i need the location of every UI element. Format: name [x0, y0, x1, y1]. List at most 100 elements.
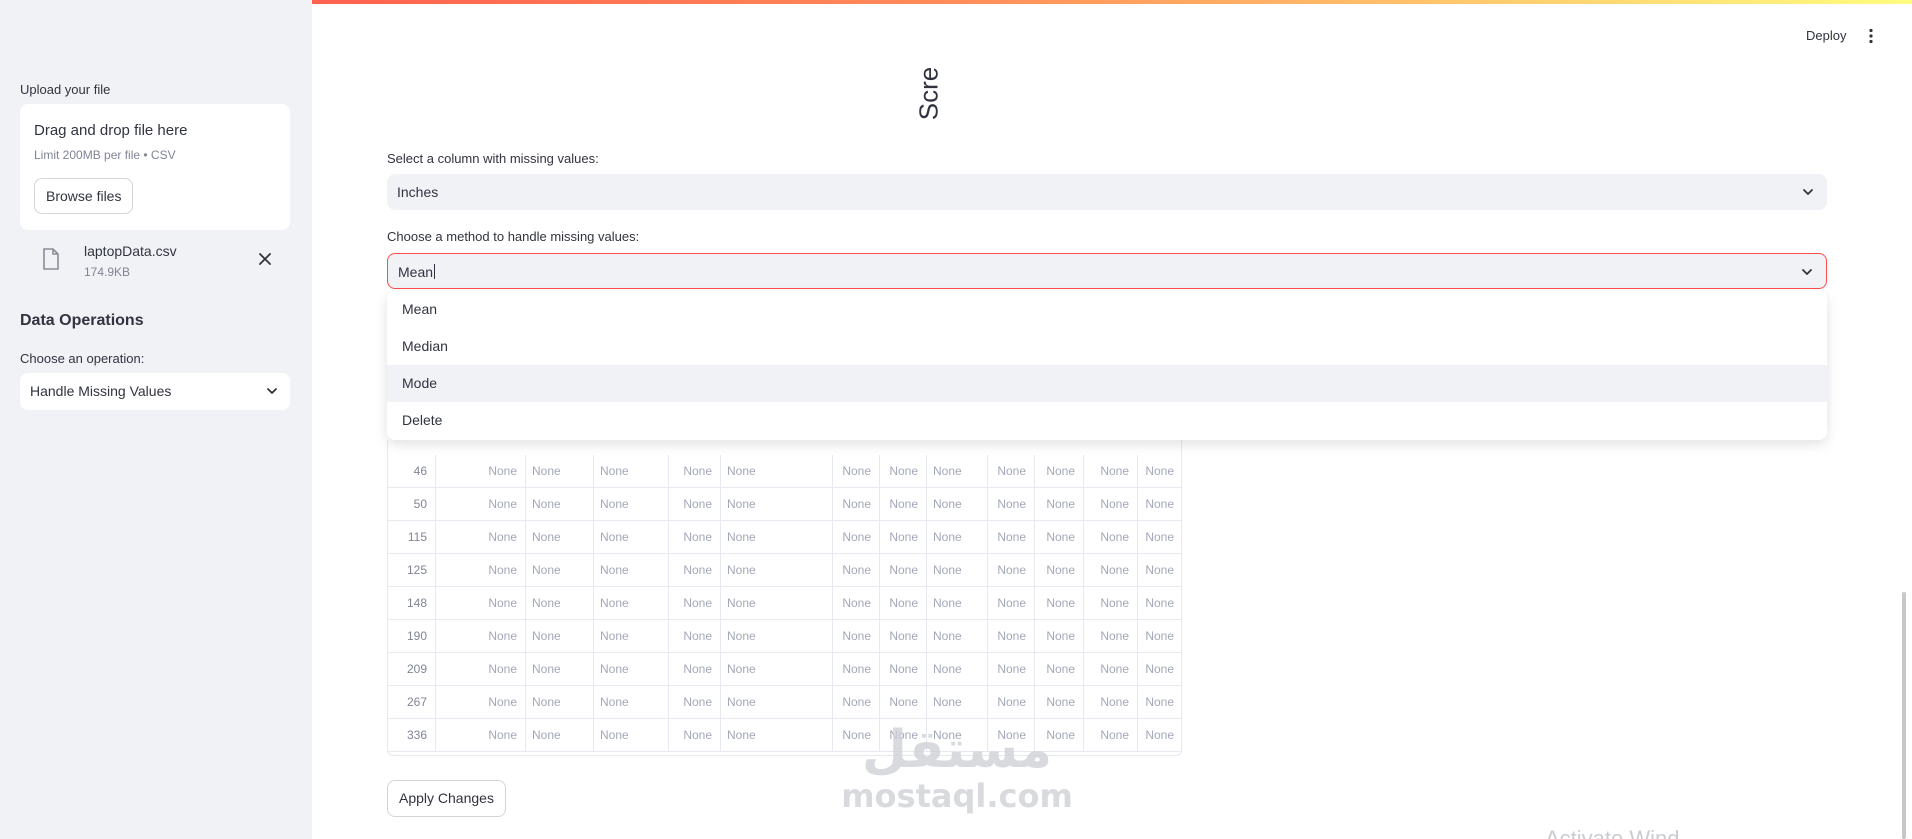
table-cell[interactable]: None: [927, 653, 988, 686]
table-cell[interactable]: None: [1084, 521, 1138, 554]
table-cell[interactable]: None: [1138, 653, 1181, 686]
table-cell[interactable]: None: [1138, 587, 1181, 620]
table-cell[interactable]: None: [1035, 521, 1084, 554]
table-cell[interactable]: None: [833, 521, 880, 554]
method-select[interactable]: Mean: [387, 253, 1827, 289]
table-cell[interactable]: None: [594, 620, 669, 653]
table-cell[interactable]: None: [1138, 620, 1181, 653]
method-select-value[interactable]: Mean: [398, 264, 436, 280]
table-cell[interactable]: None: [721, 653, 833, 686]
table-cell[interactable]: None: [669, 620, 721, 653]
table-cell[interactable]: None: [436, 554, 526, 587]
table-cell[interactable]: None: [669, 488, 721, 521]
row-index[interactable]: 336: [388, 719, 436, 752]
table-cell[interactable]: None: [988, 554, 1035, 587]
table-cell[interactable]: None: [833, 620, 880, 653]
table-cell[interactable]: None: [669, 686, 721, 719]
table-cell[interactable]: None: [988, 620, 1035, 653]
table-cell[interactable]: None: [988, 653, 1035, 686]
table-cell[interactable]: None: [1138, 521, 1181, 554]
operation-select[interactable]: Handle Missing Values: [20, 373, 290, 410]
table-cell[interactable]: None: [594, 587, 669, 620]
table-cell[interactable]: None: [1084, 719, 1138, 752]
table-cell[interactable]: None: [721, 719, 833, 752]
table-cell[interactable]: None: [721, 686, 833, 719]
table-cell[interactable]: None: [526, 521, 594, 554]
option-median[interactable]: Median: [387, 328, 1827, 365]
row-index[interactable]: 148: [388, 587, 436, 620]
table-cell[interactable]: None: [436, 455, 526, 488]
table-cell[interactable]: None: [1035, 620, 1084, 653]
table-cell[interactable]: None: [669, 719, 721, 752]
close-icon[interactable]: [256, 250, 274, 268]
table-cell[interactable]: None: [526, 587, 594, 620]
table-cell[interactable]: None: [526, 554, 594, 587]
table-cell[interactable]: None: [833, 686, 880, 719]
table-cell[interactable]: None: [594, 554, 669, 587]
table-cell[interactable]: None: [988, 587, 1035, 620]
apply-changes-button[interactable]: Apply Changes: [387, 780, 506, 817]
table-cell[interactable]: None: [833, 455, 880, 488]
table-cell[interactable]: None: [988, 455, 1035, 488]
table-cell[interactable]: None: [594, 653, 669, 686]
table-cell[interactable]: None: [526, 455, 594, 488]
missing-values-table[interactable]: 46 None None None None None None None None None No…: [387, 440, 1182, 756]
deploy-button[interactable]: Deploy: [1806, 28, 1846, 43]
table-cell[interactable]: None: [594, 686, 669, 719]
kebab-menu-icon[interactable]: [1868, 28, 1874, 44]
table-cell[interactable]: None: [1035, 686, 1084, 719]
table-cell[interactable]: None: [1035, 587, 1084, 620]
browse-files-button[interactable]: Browse files: [34, 178, 134, 214]
table-cell[interactable]: None: [1035, 554, 1084, 587]
row-index[interactable]: 46: [388, 455, 436, 488]
row-index[interactable]: 115: [388, 521, 436, 554]
table-cell[interactable]: None: [721, 488, 833, 521]
table-cell[interactable]: None: [1138, 455, 1181, 488]
table-cell[interactable]: None: [594, 521, 669, 554]
table-cell[interactable]: None: [880, 587, 927, 620]
table-cell[interactable]: None: [927, 686, 988, 719]
table-cell[interactable]: None: [1084, 587, 1138, 620]
table-cell[interactable]: None: [526, 653, 594, 686]
row-index[interactable]: 125: [388, 554, 436, 587]
option-delete[interactable]: Delete: [387, 402, 1827, 439]
table-cell[interactable]: None: [526, 686, 594, 719]
table-cell[interactable]: None: [927, 620, 988, 653]
table-cell[interactable]: None: [927, 587, 988, 620]
table-cell[interactable]: None: [721, 455, 833, 488]
table-cell[interactable]: None: [436, 587, 526, 620]
row-index[interactable]: 190: [388, 620, 436, 653]
table-cell[interactable]: None: [1084, 554, 1138, 587]
column-select[interactable]: Inches: [387, 174, 1827, 210]
table-cell[interactable]: None: [436, 620, 526, 653]
table-cell[interactable]: None: [436, 488, 526, 521]
table-cell[interactable]: None: [988, 488, 1035, 521]
row-index[interactable]: 50: [388, 488, 436, 521]
table-cell[interactable]: None: [833, 554, 880, 587]
table-cell[interactable]: None: [436, 521, 526, 554]
table-cell[interactable]: None: [988, 686, 1035, 719]
page-scrollbar[interactable]: [1902, 592, 1906, 839]
table-cell[interactable]: None: [880, 554, 927, 587]
row-index[interactable]: 209: [388, 653, 436, 686]
table-cell[interactable]: None: [669, 455, 721, 488]
table-cell[interactable]: None: [669, 587, 721, 620]
table-cell[interactable]: None: [721, 587, 833, 620]
table-cell[interactable]: None: [526, 719, 594, 752]
table-cell[interactable]: None: [526, 620, 594, 653]
table-cell[interactable]: None: [1084, 653, 1138, 686]
table-cell[interactable]: None: [436, 653, 526, 686]
table-cell[interactable]: None: [594, 455, 669, 488]
option-mean[interactable]: Mean: [387, 291, 1827, 328]
table-cell[interactable]: None: [1084, 488, 1138, 521]
row-index[interactable]: 267: [388, 686, 436, 719]
table-cell[interactable]: None: [988, 521, 1035, 554]
table-cell[interactable]: None: [927, 554, 988, 587]
table-cell[interactable]: None: [880, 521, 927, 554]
table-cell[interactable]: None: [1035, 455, 1084, 488]
table-cell[interactable]: None: [833, 653, 880, 686]
table-cell[interactable]: None: [526, 488, 594, 521]
table-cell[interactable]: None: [880, 686, 927, 719]
table-cell[interactable]: None: [833, 587, 880, 620]
table-cell[interactable]: None: [927, 521, 988, 554]
